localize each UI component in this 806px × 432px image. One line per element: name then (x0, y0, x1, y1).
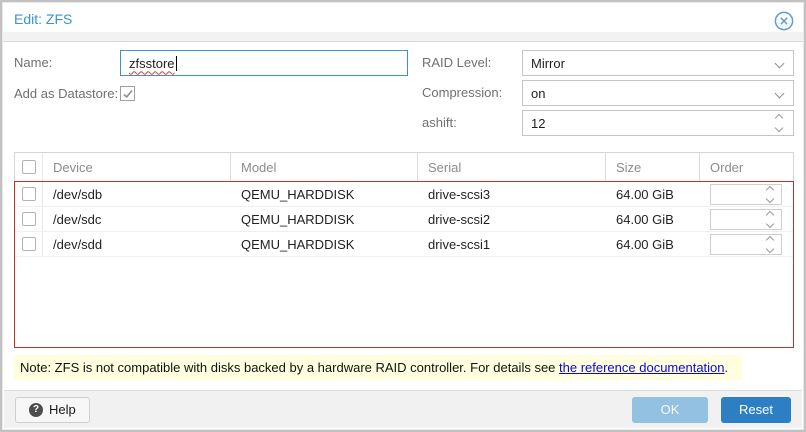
device-cell: /dev/sdc (43, 212, 231, 227)
raid-level-label: RAID Level: (422, 50, 522, 71)
compression-combobox[interactable]: on (522, 80, 794, 106)
text-cursor (176, 56, 177, 71)
spinner-down-icon[interactable] (775, 124, 783, 132)
model-cell: QEMU_HARDDISK (231, 187, 418, 202)
column-header-serial[interactable]: Serial (418, 153, 606, 181)
model-cell: QEMU_HARDDISK (231, 212, 418, 227)
serial-cell: drive-scsi1 (418, 237, 606, 252)
compression-value: on (531, 86, 545, 101)
form-right-column: RAID Level: Mirror Compression: on ashif… (422, 50, 794, 140)
disk-table: Device Model Serial Size Order /dev/sdb … (14, 152, 794, 348)
table-row[interactable]: /dev/sdb QEMU_HARDDISK drive-scsi3 64.00… (15, 182, 793, 207)
order-spinner-input[interactable] (710, 209, 782, 230)
device-cell: /dev/sdd (43, 237, 231, 252)
disk-table-header: Device Model Serial Size Order (14, 152, 794, 181)
select-all-cell (15, 153, 43, 181)
serial-cell: drive-scsi2 (418, 212, 606, 227)
ashift-value: 12 (531, 116, 545, 131)
dialog-title: Edit: ZFS (14, 11, 72, 27)
row-checkbox[interactable] (22, 237, 36, 251)
size-cell: 64.00 GiB (606, 212, 700, 227)
table-row[interactable]: /dev/sdc QEMU_HARDDISK drive-scsi2 64.00… (15, 207, 793, 232)
help-button[interactable]: ? Help (15, 397, 90, 423)
compression-row: Compression: on (422, 80, 794, 106)
dialog-footer: ? Help OK Reset (4, 390, 802, 428)
raid-level-value: Mirror (531, 56, 565, 71)
table-row[interactable]: /dev/sdd QEMU_HARDDISK drive-scsi1 64.00… (15, 232, 793, 257)
model-cell: QEMU_HARDDISK (231, 237, 418, 252)
add-datastore-row: Add as Datastore: (14, 84, 408, 102)
zfs-form: Name: zfsstore Add as Datastore: (14, 50, 794, 140)
help-button-label: Help (49, 402, 76, 417)
titlebar-divider (2, 32, 804, 42)
column-header-device[interactable]: Device (43, 153, 231, 181)
column-header-size[interactable]: Size (606, 153, 700, 181)
row-checkbox[interactable] (22, 187, 36, 201)
spinner-arrows[interactable] (765, 237, 775, 252)
chevron-down-icon (775, 59, 785, 69)
note-text: Note: ZFS is not compatible with disks b… (20, 360, 559, 375)
size-cell: 64.00 GiB (606, 187, 700, 202)
note-text-suffix: . (725, 360, 729, 375)
spinner-arrows[interactable] (765, 212, 775, 227)
name-label: Name: (14, 50, 120, 71)
help-question-icon: ? (29, 403, 43, 417)
dialog-body: Name: zfsstore Add as Datastore: (4, 43, 802, 390)
checkbox-check-icon (122, 88, 134, 100)
serial-cell: drive-scsi3 (418, 187, 606, 202)
name-field-row: Name: zfsstore (14, 50, 408, 76)
raid-level-combobox[interactable]: Mirror (522, 50, 794, 76)
row-checkbox[interactable] (22, 212, 36, 226)
spinner-up-icon[interactable] (775, 114, 783, 122)
ashift-label: ashift: (422, 110, 522, 131)
spinner-up-icon[interactable] (766, 210, 774, 218)
spinner-arrows[interactable] (774, 115, 784, 131)
device-cell: /dev/sdb (43, 187, 231, 202)
select-all-checkbox[interactable] (22, 160, 36, 174)
ashift-row: ashift: 12 (422, 110, 794, 136)
zfs-note: Note: ZFS is not compatible with disks b… (14, 355, 742, 380)
spinner-down-icon[interactable] (766, 194, 774, 202)
raid-level-row: RAID Level: Mirror (422, 50, 794, 76)
spinner-down-icon[interactable] (766, 244, 774, 252)
form-left-column: Name: zfsstore Add as Datastore: (14, 50, 408, 140)
order-spinner-input[interactable] (710, 184, 782, 205)
order-spinner-input[interactable] (710, 234, 782, 255)
disk-table-body: /dev/sdb QEMU_HARDDISK drive-scsi3 64.00… (14, 181, 794, 348)
size-cell: 64.00 GiB (606, 237, 700, 252)
column-header-model[interactable]: Model (231, 153, 418, 181)
ashift-spinner-input[interactable]: 12 (522, 110, 794, 136)
reference-documentation-link[interactable]: the reference documentation (559, 360, 725, 375)
close-icon[interactable] (774, 11, 794, 31)
spinner-arrows[interactable] (765, 187, 775, 202)
name-input[interactable]: zfsstore (120, 50, 408, 76)
dialog-titlebar: Edit: ZFS (2, 2, 804, 32)
edit-zfs-dialog: Edit: ZFS Name: zfsstore Add as Datastor… (0, 0, 806, 432)
add-datastore-checkbox[interactable] (120, 86, 135, 101)
reset-button[interactable]: Reset (721, 397, 791, 423)
column-header-order[interactable]: Order (700, 153, 795, 181)
footer-actions: OK Reset (632, 397, 791, 423)
spinner-down-icon[interactable] (766, 219, 774, 227)
ok-button[interactable]: OK (632, 397, 708, 423)
spinner-up-icon[interactable] (766, 235, 774, 243)
chevron-down-icon (775, 89, 785, 99)
name-input-value: zfsstore (129, 56, 175, 71)
compression-label: Compression: (422, 80, 522, 101)
spinner-up-icon[interactable] (766, 185, 774, 193)
add-datastore-label: Add as Datastore: (14, 84, 120, 102)
